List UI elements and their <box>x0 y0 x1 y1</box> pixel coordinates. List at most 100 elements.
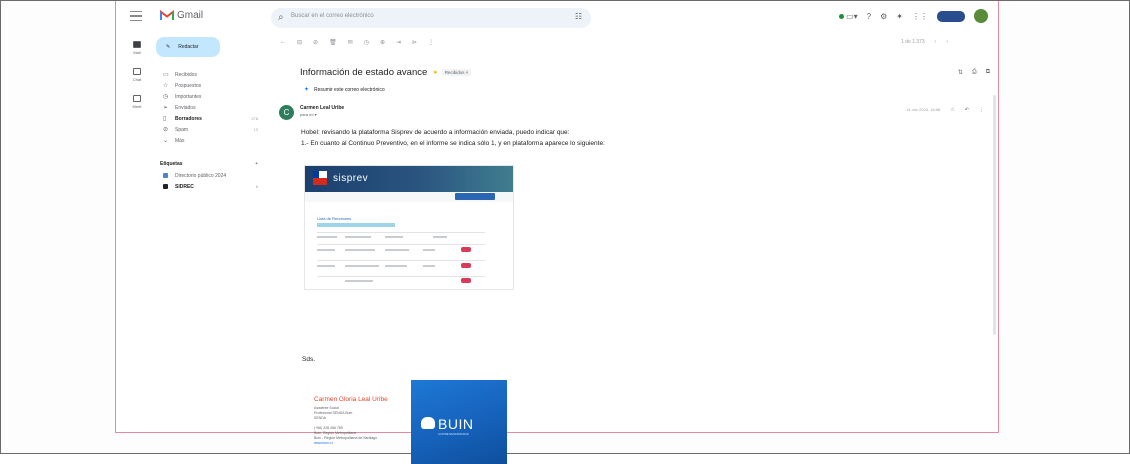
archive-icon[interactable]: ⊟ <box>297 39 302 51</box>
account-logo[interactable] <box>937 10 965 22</box>
compose-label: Redactar <box>178 44 199 50</box>
sidebar-item-count: 13 <box>253 127 258 132</box>
inbox-icon: ▭ <box>163 72 169 78</box>
embedded-cell <box>385 236 403 238</box>
gemini-icon[interactable]: ✦ <box>896 12 903 21</box>
app-rail: Mail Chat Meet <box>126 41 148 122</box>
add-label-icon[interactable]: + <box>255 161 258 167</box>
report-spam-icon[interactable]: ⊘ <box>313 39 318 51</box>
back-icon[interactable]: ← <box>280 39 286 51</box>
more-icon[interactable]: ⋮ <box>979 107 984 113</box>
labels-header: Etiquetas + <box>156 158 268 170</box>
sparkle-icon: ✦ <box>304 87 310 93</box>
sidebar-item-pospuestos[interactable]: ☆ Pospuestos <box>156 80 268 91</box>
label-name: SIDREC <box>175 183 194 190</box>
rail-label: Meet <box>132 104 142 109</box>
search-input[interactable]: Buscar en el correo electrónico <box>291 13 374 19</box>
scrollbar[interactable] <box>993 95 996 335</box>
signature-line: (+56) 228 456 789 <box>314 426 343 430</box>
rail-chat[interactable]: Chat <box>126 68 148 95</box>
star-icon: ☆ <box>163 83 169 89</box>
buin-logo: BUIN ILUSTRE MUNICIPALIDAD <box>411 380 507 464</box>
chat-icon <box>133 68 141 75</box>
search-bar[interactable]: ⌕ Buscar en el correo electrónico ☷ <box>271 8 591 28</box>
rail-mail[interactable]: Mail <box>126 41 148 68</box>
embedded-screenshot[interactable]: sisprev Lista de Reuniones <box>304 165 514 290</box>
label-count: 5 <box>255 184 258 189</box>
message-view: ← ⊟ ⊘ 🗑 ✉ ◷ ⊕ ⇥ ⊳ ⋮ 1 de 1.373 ‹ › Infor… <box>272 35 998 464</box>
mark-unread-icon[interactable]: ✉ <box>348 39 353 51</box>
sidebar-item-enviados[interactable]: ➢ Enviados <box>156 102 268 113</box>
app-name: Gmail <box>177 10 204 21</box>
signature-line: Profesional SENDA Buin <box>314 411 353 415</box>
pencil-icon: ✎ <box>166 44 171 50</box>
add-task-icon[interactable]: ⊕ <box>380 39 385 51</box>
embedded-cell <box>423 249 435 251</box>
status-indicator[interactable]: ▭▾ <box>838 12 858 21</box>
delete-icon[interactable]: 🗑 <box>329 39 337 51</box>
summarize-label: Resumir este correo electrónico <box>314 86 385 93</box>
chile-flag-icon <box>313 171 327 185</box>
menu-icon[interactable] <box>130 11 142 21</box>
pager-count: 1 de 1.373 <box>901 39 925 45</box>
top-right-actions: ▭▾ ? ⚙ ✦ ⋮⋮ <box>838 9 988 23</box>
sidebar-item-label: Enviados <box>175 104 196 111</box>
sidebar-item-spam[interactable]: ⊘ Spam 13 <box>156 124 268 135</box>
meet-icon <box>133 95 141 102</box>
print-icon[interactable]: ⎙ <box>972 69 977 76</box>
embedded-cell <box>317 265 335 267</box>
gmail-window: Gmail ⌕ Buscar en el correo electrónico … <box>115 1 999 464</box>
signature-name: Carmen Gloria Leal Uribe <box>314 396 388 403</box>
message-date: 14 nov 2024, 16:58 <box>906 107 941 112</box>
next-icon[interactable]: › <box>946 39 948 45</box>
label-icon[interactable]: ⊳ <box>412 39 417 51</box>
sidebar-item-m-s[interactable]: ⌄ Más <box>156 135 268 146</box>
embedded-table-row <box>317 260 485 261</box>
email-signature: Carmen Gloria Leal Uribe Asistente Socia… <box>314 380 507 464</box>
rail-meet[interactable]: Meet <box>126 95 148 122</box>
embedded-section-title: Lista de Reuniones <box>317 216 352 221</box>
sidebar-item-recibidos[interactable]: ▭ Recibidos <box>156 69 268 80</box>
recipient-toggle[interactable]: para mí ▾ <box>300 112 317 117</box>
prev-icon[interactable]: ‹ <box>935 39 937 45</box>
move-icon[interactable]: ⇥ <box>396 39 401 51</box>
label-item[interactable]: SIDREC 5 <box>156 181 268 192</box>
important-icon[interactable]: ▸ <box>434 68 438 76</box>
inbox-label-chip[interactable]: Recibidos × <box>441 68 472 76</box>
embedded-table-row <box>317 276 485 277</box>
summarize-button[interactable]: ✦ Resumir este correo electrónico <box>304 86 385 94</box>
sidebar-item-label: Importantes <box>175 93 202 100</box>
more-actions-icon[interactable]: ⋮ <box>428 39 434 51</box>
label-item[interactable]: Directorio público 2024 <box>156 170 268 181</box>
body-closing: Sds. <box>302 356 316 363</box>
print-all-icon[interactable]: ⇅ <box>958 69 963 76</box>
reply-icon[interactable]: ↶ <box>965 107 969 113</box>
snooze-icon[interactable]: ◷ <box>364 39 369 51</box>
embedded-cell <box>345 280 373 282</box>
sender-name[interactable]: Carmen Leal Uribe <box>300 105 344 111</box>
sender-avatar[interactable]: C <box>279 105 294 120</box>
star-icon[interactable]: ☆ <box>950 107 954 113</box>
apps-icon[interactable]: ⋮⋮ <box>912 12 928 21</box>
label-name: Directorio público 2024 <box>175 172 227 179</box>
signature-link[interactable]: www.buin.cl <box>314 441 332 445</box>
embedded-cell <box>345 249 375 251</box>
snooze-icon: ◷ <box>163 94 169 100</box>
filter-icon[interactable]: ☷ <box>575 12 582 21</box>
open-new-window-icon[interactable]: ⧉ <box>986 69 990 76</box>
mail-icon <box>133 41 141 48</box>
gmail-logo[interactable]: Gmail <box>160 10 203 21</box>
help-icon[interactable]: ? <box>867 12 871 21</box>
draft-icon: ▯ <box>163 116 167 122</box>
sidebar-item-borradores[interactable]: ▯ Borradores 278 <box>156 113 268 124</box>
settings-icon[interactable]: ⚙ <box>880 12 887 21</box>
embedded-header: sisprev <box>305 166 513 192</box>
compose-button[interactable]: ✎ Redactar <box>156 37 220 57</box>
buin-crest-icon <box>421 417 435 429</box>
sidebar-item-importantes[interactable]: ◷ Importantes <box>156 91 268 102</box>
embedded-cell <box>317 249 335 251</box>
embedded-cell <box>345 236 371 238</box>
search-icon[interactable]: ⌕ <box>278 12 284 23</box>
embedded-cell <box>345 265 379 267</box>
avatar[interactable] <box>974 9 988 23</box>
